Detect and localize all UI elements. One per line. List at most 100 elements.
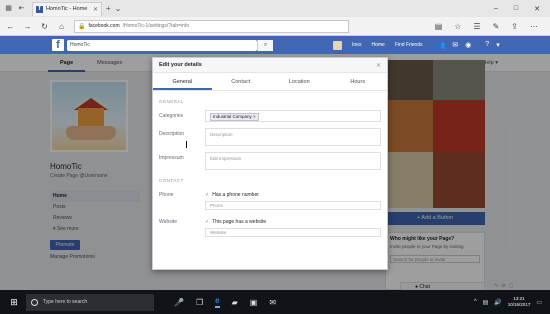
description-field[interactable]: Description	[205, 128, 381, 146]
address-bar-row: ← → ↻ ⌂ 🔒 facebook.com/HomoTic-1/setting…	[0, 17, 550, 36]
phone-row: Phone ✓ Has a phone number Phone	[159, 189, 381, 210]
phone-input[interactable]: Phone	[205, 201, 381, 210]
edge-icon[interactable]: e	[215, 296, 220, 308]
hub-icon[interactable]: ☰	[473, 22, 480, 31]
home-button[interactable]: ⌂	[57, 22, 66, 31]
messages-icon[interactable]: ✉	[452, 41, 458, 49]
dialog-tabs: General Contact Location Hours	[153, 73, 387, 91]
url-field[interactable]: 🔒 facebook.com/HomoTic-1/settings/?tab=i…	[74, 19, 349, 33]
category-chip[interactable]: Industrial Company ×	[210, 113, 259, 121]
dialog-header: Edit your details ✕	[153, 58, 387, 73]
category-label: Categories	[159, 113, 184, 119]
lock-icon: 🔒	[78, 23, 86, 30]
notifications-icon[interactable]: ◉	[465, 41, 471, 49]
mail-icon[interactable]: ✉	[269, 298, 276, 307]
tray-chevron-icon[interactable]: ^	[474, 299, 477, 305]
forward-button[interactable]: →	[23, 22, 32, 31]
tab-contact[interactable]: Contact	[212, 73, 271, 90]
text-cursor	[186, 141, 187, 148]
notes-icon[interactable]: ✎	[493, 22, 500, 31]
help-icon[interactable]: ?	[485, 41, 489, 49]
file-explorer-icon[interactable]: ▰	[232, 298, 238, 307]
minimize-button[interactable]: –	[494, 5, 498, 13]
task-view-icon[interactable]: ❐	[196, 298, 203, 307]
windows-start-icon[interactable]: ⊞	[6, 290, 22, 314]
fb-search-input[interactable]: HomoTic	[67, 39, 257, 51]
search-icon[interactable]: ⌕	[257, 39, 273, 51]
impressum-row: Impressum Edit Impressum	[159, 152, 381, 170]
tab-location[interactable]: Location	[270, 73, 329, 90]
browser-toolbar-icons: ▤ ☆ ☰ ✎ ⇪ ⋯	[435, 22, 544, 31]
fb-notification-icons: 👥 ✉ ◉	[437, 41, 472, 49]
taskbar-search-input[interactable]: Type here to search	[26, 293, 154, 311]
impressum-field[interactable]: Edit Impressum	[205, 152, 381, 170]
system-tray: ^ ▤ 🔊 13:21 10/16/2017 ▭	[474, 296, 550, 308]
reading-view-icon[interactable]: ▤	[435, 22, 443, 31]
tab-close-icon[interactable]: ✕	[93, 6, 98, 13]
store-icon[interactable]: ▣	[250, 298, 258, 307]
dialog-body: GENERAL Categories Industrial Company × …	[153, 91, 387, 241]
home-link[interactable]: Home	[371, 42, 384, 48]
phone-controls: ✓ Has a phone number Phone	[205, 189, 381, 210]
action-center-icon[interactable]: ▭	[536, 299, 542, 306]
description-row: Description Description	[159, 128, 381, 146]
network-icon[interactable]: ▤	[483, 299, 489, 306]
user-name-link[interactable]: Ines	[352, 42, 361, 48]
section-general-heading: GENERAL	[159, 99, 185, 104]
phone-label: Phone	[159, 192, 174, 198]
share-icon[interactable]: ⇪	[511, 22, 518, 31]
find-friends-link[interactable]: Find Friends	[395, 42, 423, 48]
website-input[interactable]: Website	[205, 228, 381, 237]
friend-requests-icon[interactable]: 👥	[437, 41, 446, 49]
phone-checkbox[interactable]: ✓ Has a phone number	[205, 189, 381, 198]
back-button[interactable]: ←	[6, 22, 15, 31]
description-label: Description	[159, 131, 185, 137]
tab-hours[interactable]: Hours	[329, 73, 388, 90]
fb-help-icons: ? ▾	[485, 41, 499, 49]
tab-title: HomoTic - Home	[46, 6, 88, 12]
refresh-button[interactable]: ↻	[40, 22, 49, 31]
website-label: Website	[159, 219, 177, 225]
taskbar-clock[interactable]: 13:21 10/16/2017	[508, 296, 531, 308]
website-row: Website ✓ This page has a website Website	[159, 216, 381, 237]
facebook-icon: f	[36, 5, 43, 13]
account-menu-chevron-icon[interactable]: ▾	[496, 41, 500, 49]
edit-details-dialog: Edit your details ✕ General Contact Loca…	[152, 57, 388, 270]
checkmark-icon: ✓	[205, 219, 210, 225]
tab-list-chevron-icon[interactable]: ⌄	[115, 4, 122, 13]
window-controls: – □ ✕	[494, 5, 550, 13]
new-tab-button[interactable]: +	[106, 4, 111, 13]
volume-icon[interactable]: 🔊	[494, 299, 501, 306]
website-controls: ✓ This page has a website Website	[205, 216, 381, 237]
microphone-icon[interactable]: 🎤	[174, 298, 184, 307]
website-checkbox-label: This page has a website	[212, 219, 267, 225]
facebook-topbar: f HomoTic ⌕ Ines Home Find Friends 👥 ✉ ◉…	[0, 36, 550, 54]
tab-general[interactable]: General	[153, 73, 212, 90]
phone-checkbox-label: Has a phone number	[212, 192, 259, 198]
browser-tab[interactable]: f HomoTic - Home ✕	[32, 1, 102, 16]
maximize-button[interactable]: □	[514, 5, 518, 13]
clock-date: 10/16/2017	[507, 302, 531, 307]
more-icon[interactable]: ⋯	[530, 22, 538, 31]
taskbar-apps: 🎤 ❐ e ▰ ▣ ✉	[174, 296, 276, 308]
favorite-star-icon[interactable]: ☆	[454, 22, 461, 31]
back-tabs-icon[interactable]: ⇤	[17, 4, 26, 13]
checkmark-icon: ✓	[205, 192, 210, 198]
close-icon[interactable]: ✕	[376, 62, 381, 69]
dialog-title: Edit your details	[159, 62, 202, 68]
avatar[interactable]	[333, 40, 342, 50]
tab-manager-icon[interactable]: ▦	[4, 4, 13, 13]
section-contact-heading: CONTACT	[159, 178, 184, 183]
facebook-logo-icon[interactable]: f	[52, 39, 64, 51]
fb-user-nav: Ines Home Find Friends	[333, 40, 423, 50]
category-row: Categories Industrial Company ×	[159, 110, 381, 122]
website-checkbox[interactable]: ✓ This page has a website	[205, 216, 381, 225]
taskbar-search-placeholder: Type here to search	[43, 299, 88, 305]
impressum-label: Impressum	[159, 155, 184, 161]
url-host: facebook.com	[88, 23, 120, 29]
windows-taskbar: ⊞ Type here to search 🎤 ❐ e ▰ ▣ ✉ ^ ▤ 🔊 …	[0, 290, 550, 314]
close-window-button[interactable]: ✕	[534, 5, 540, 13]
browser-tabbar: ▦ ⇤ f HomoTic - Home ✕ + ⌄ – □ ✕	[0, 0, 550, 17]
url-path: /HomoTic-1/settings/?tab=info	[122, 23, 189, 29]
category-field[interactable]: Industrial Company ×	[205, 110, 381, 122]
